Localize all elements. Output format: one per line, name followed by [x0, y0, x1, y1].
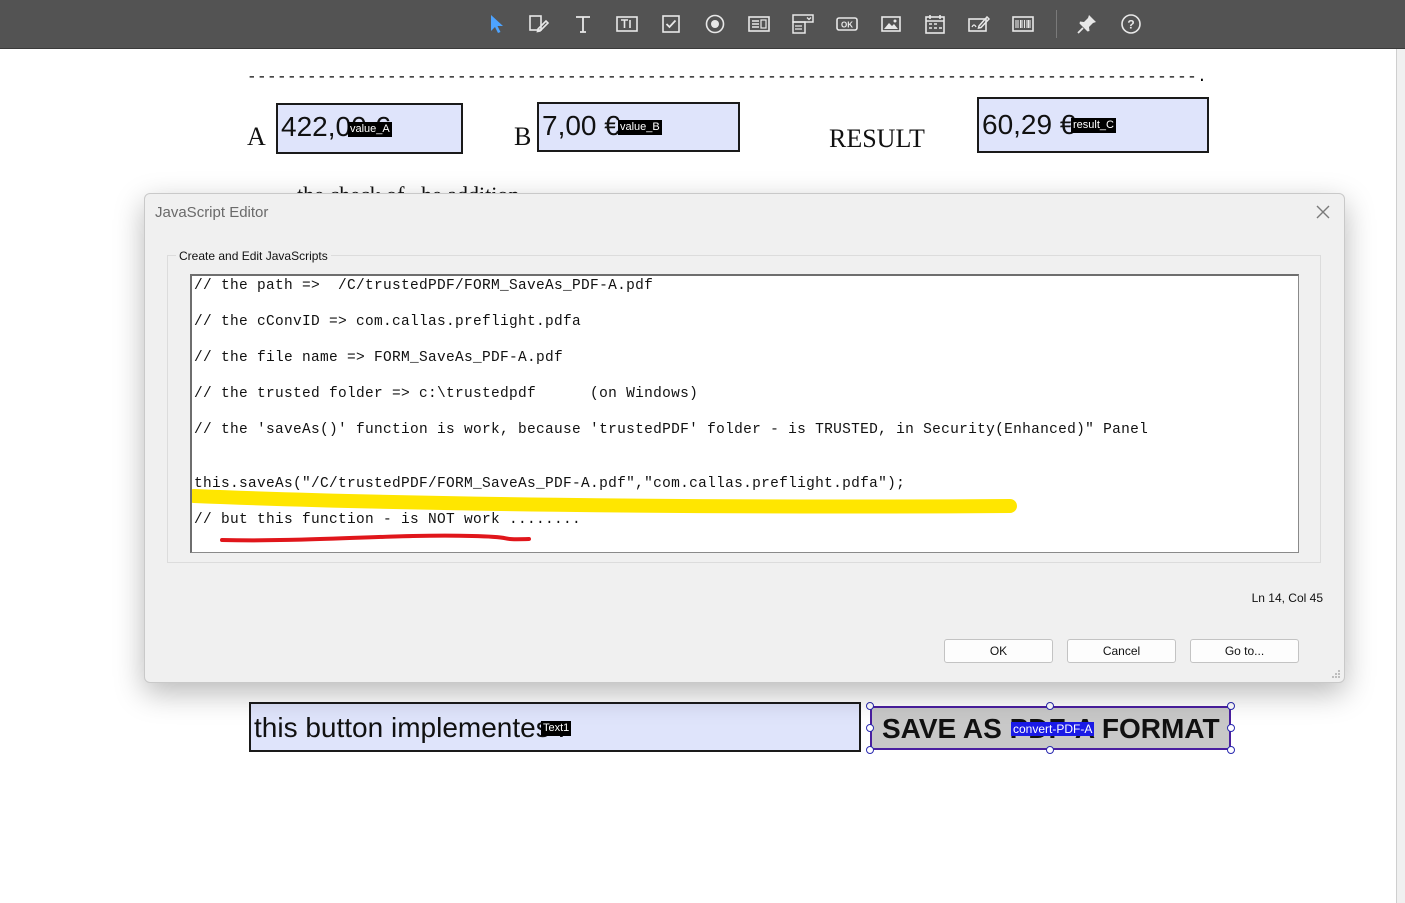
dialog-title: JavaScript Editor: [155, 204, 269, 221]
dashed-separator: ----------------------------------------…: [247, 68, 1207, 86]
checkbox-button[interactable]: [657, 10, 685, 38]
image-icon: [881, 16, 901, 32]
resize-grip-icon[interactable]: [1331, 669, 1341, 679]
image-button[interactable]: [877, 10, 905, 38]
vertical-scrollbar[interactable]: [1396, 49, 1405, 903]
signature-icon: [968, 15, 991, 32]
svg-text:OK: OK: [841, 21, 853, 30]
convert-pdfa-field-name: convert-PDF-A: [1011, 722, 1095, 736]
dropdown-icon: [792, 14, 814, 34]
ok-button[interactable]: OK: [944, 639, 1053, 663]
text-field-icon: [616, 16, 638, 32]
help-button[interactable]: ?: [1117, 10, 1145, 38]
edit-fields-icon: [529, 15, 550, 33]
dropdown-button[interactable]: [789, 10, 817, 38]
radio-button-button[interactable]: [701, 10, 729, 38]
code-line: // the path => /C/trustedPDF/FORM_SaveAs…: [194, 278, 654, 294]
cancel-button[interactable]: Cancel: [1067, 639, 1176, 663]
list-box-icon: [748, 16, 770, 32]
resize-handle-left[interactable]: [866, 724, 874, 732]
code-line: // but this function - is NOT work .....…: [194, 512, 582, 528]
result-c-field[interactable]: 60,29 € result_C: [977, 97, 1209, 153]
resize-handle-top-right[interactable]: [1227, 702, 1235, 710]
value-a-field-name: value_A: [348, 122, 392, 137]
help-icon: ?: [1121, 14, 1141, 34]
form-editing-toolbar: OK ?: [0, 0, 1405, 49]
javascript-editor-dialog: JavaScript Editor Create and Edit JavaSc…: [144, 193, 1345, 683]
label-result: RESULT: [829, 124, 925, 153]
text-tool-button[interactable]: [569, 10, 597, 38]
yellow-highlight-stroke: [192, 489, 1017, 514]
label-b: B: [514, 122, 532, 151]
select-arrow-icon: [491, 15, 503, 33]
code-line: // the cConvID => com.callas.preflight.p…: [194, 314, 582, 330]
resize-handle-bottom-left[interactable]: [866, 746, 874, 754]
red-underline-stroke: [220, 533, 531, 543]
edit-fields-button[interactable]: [525, 10, 553, 38]
button-ok-icon: OK: [836, 17, 858, 31]
code-editor[interactable]: // the path => /C/trustedPDF/FORM_SaveAs…: [190, 274, 1299, 553]
barcode-button[interactable]: [1009, 10, 1037, 38]
text1-value: this button implementes :: [254, 712, 566, 743]
pin-toolbar-button[interactable]: [1073, 10, 1101, 38]
result-c-field-name: result_C: [1071, 118, 1116, 133]
text-field-button[interactable]: [613, 10, 641, 38]
resize-handle-top-left[interactable]: [866, 702, 874, 710]
svg-text:?: ?: [1127, 18, 1134, 32]
value-b-text: 7,00 €: [542, 110, 620, 141]
resize-handle-top[interactable]: [1046, 702, 1054, 710]
close-button[interactable]: [1314, 203, 1332, 221]
date-field-icon: [925, 15, 945, 34]
barcode-icon: [1012, 16, 1034, 32]
text-tool-icon: [576, 16, 590, 33]
pin-icon: [1077, 15, 1096, 34]
text1-field-name: Text1: [541, 721, 572, 736]
code-line: // the file name => FORM_SaveAs_PDF-A.pd…: [194, 350, 564, 366]
signature-button[interactable]: [965, 10, 993, 38]
resize-handle-bottom[interactable]: [1046, 746, 1054, 754]
group-label: Create and Edit JavaScripts: [176, 249, 331, 263]
radio-button-icon: [705, 14, 725, 34]
code-line: // the 'saveAs()' function is work, beca…: [194, 422, 1149, 438]
value-a-field[interactable]: 422,00 € value_A: [276, 103, 463, 154]
push-button-button[interactable]: OK: [833, 10, 861, 38]
select-tool-button[interactable]: [482, 10, 510, 38]
code-line: // the trusted folder => c:\trustedpdf (…: [194, 386, 699, 402]
go-to-button[interactable]: Go to...: [1190, 639, 1299, 663]
resize-handle-right[interactable]: [1227, 724, 1235, 732]
result-c-text: 60,29 €: [982, 109, 1076, 140]
checkbox-icon: [662, 15, 680, 33]
date-field-button[interactable]: [921, 10, 949, 38]
text1-field[interactable]: this button implementes : Text1: [249, 702, 861, 752]
code-line: this.saveAs("/C/trustedPDF/FORM_SaveAs_P…: [194, 476, 906, 492]
resize-handle-bottom-right[interactable]: [1227, 746, 1235, 754]
save-as-pdfa-button[interactable]: SAVE AS PDF-A FORMAT convert-PDF-A: [870, 706, 1231, 750]
value-b-field-name: value_B: [618, 120, 662, 135]
value-b-field[interactable]: 7,00 € value_B: [537, 102, 740, 152]
toolbar-separator: [1056, 10, 1057, 38]
cursor-position-status: Ln 14, Col 45: [1251, 591, 1323, 605]
list-box-button[interactable]: [745, 10, 773, 38]
label-a: A: [247, 122, 266, 151]
close-icon: [1316, 205, 1330, 219]
